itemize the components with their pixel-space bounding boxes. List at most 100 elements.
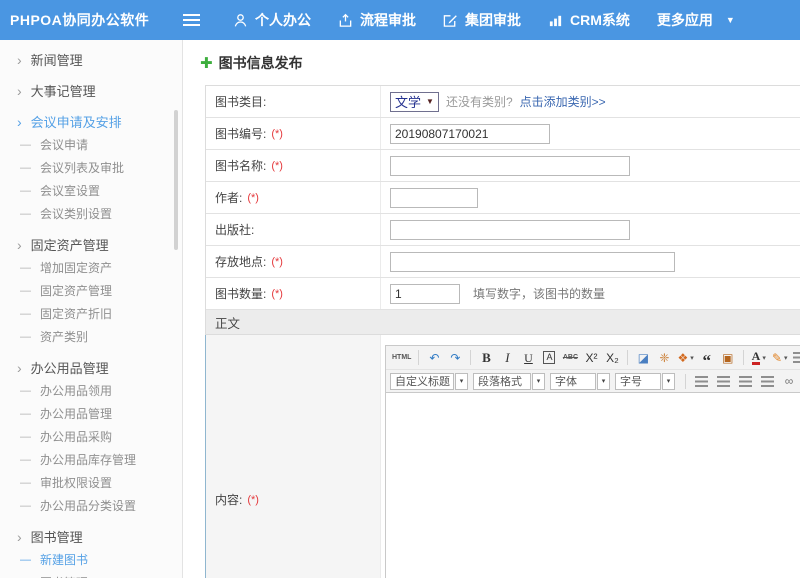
location-input[interactable] — [390, 252, 675, 272]
sidebar-item[interactable]: — 增加固定资产 — [0, 256, 182, 279]
form-row-author: 作者: (*) — [206, 182, 800, 214]
italic-button[interactable]: I — [497, 348, 517, 367]
sidebar-item[interactable]: — 会议室设置 — [0, 179, 182, 202]
required-mark: (*) — [271, 288, 283, 300]
sidebar-item-marker: — — [20, 408, 31, 420]
author-input[interactable] — [390, 188, 478, 208]
highlight-color-button[interactable]: ✎ ▾ — [770, 348, 790, 367]
form-row-location: 存放地点: (*) — [206, 246, 800, 278]
font-border-button[interactable]: A — [539, 348, 559, 367]
sidebar-item[interactable]: › 办公用品管理 — [0, 356, 182, 379]
sidebar-item[interactable]: — 会议类别设置 — [0, 202, 182, 225]
sidebar-item[interactable]: › 大事记管理 — [0, 79, 182, 102]
strikethrough-button[interactable]: ABC — [560, 348, 580, 367]
publisher-input[interactable] — [390, 220, 630, 240]
sidebar-item-label: 办公用品管理 — [31, 358, 109, 377]
sidebar-item[interactable]: — 资产类别 — [0, 325, 182, 348]
sidebar-item[interactable]: › 图书管理 — [0, 525, 182, 548]
ordered-list-button[interactable]: ▾ — [791, 348, 800, 367]
blockquote-button[interactable]: “ — [697, 348, 717, 367]
sidebar-item-label: 新建图书 — [40, 551, 88, 568]
sidebar-item[interactable]: — 办公用品采购 — [0, 425, 182, 448]
location-label: 存放地点: — [215, 253, 266, 270]
font-size-select[interactable]: 字号 ▾ — [615, 373, 675, 390]
sidebar-item[interactable]: — 会议申请 — [0, 133, 182, 156]
main-content: ✚ 图书信息发布 图书类目: 文学 ▼ 还没有类别? 点击添加类别>> 图书编号… — [183, 40, 800, 578]
superscript-button[interactable]: X² — [581, 348, 601, 367]
format-painter-button[interactable]: ❖ ▾ — [675, 348, 695, 367]
sidebar-item-label: 会议申请 — [40, 136, 88, 153]
content-label: 内容: — [215, 491, 242, 508]
sidebar-item[interactable]: — 办公用品分类设置 — [0, 494, 182, 517]
quantity-input[interactable] — [390, 284, 460, 304]
app-logo: PHPOA协同办公软件 — [0, 10, 168, 30]
subscript-button[interactable]: X₂ — [602, 348, 622, 367]
sidebar-item[interactable]: — 办公用品管理 — [0, 402, 182, 425]
undo-button[interactable]: ↶ — [424, 348, 444, 367]
nav-more-apps[interactable]: 更多应用 ▼ — [657, 10, 735, 30]
sidebar-item[interactable]: — 新建图书 — [0, 548, 182, 571]
nav-group-approval[interactable]: 集团审批 — [443, 10, 521, 30]
caret-down-icon: ▾ — [662, 373, 675, 390]
align-left-button[interactable] — [691, 372, 711, 391]
sidebar-item-marker: › — [17, 116, 22, 128]
heading-select[interactable]: 自定义标题 ▾ — [390, 373, 468, 390]
sidebar-scrollbar[interactable] — [174, 110, 178, 250]
sidebar-item[interactable]: — 固定资产折旧 — [0, 302, 182, 325]
book-number-input[interactable] — [390, 124, 550, 144]
form-row-category: 图书类目: 文学 ▼ 还没有类别? 点击添加类别>> — [206, 86, 800, 118]
book-name-input[interactable] — [390, 156, 630, 176]
nav-personal-office[interactable]: 个人办公 — [233, 10, 311, 30]
topbar: PHPOA协同办公软件 个人办公 流程审批 集团审批 — [0, 0, 800, 40]
sidebar-item[interactable]: — 图书管理 — [0, 571, 182, 578]
sidebar-item-label: 增加固定资产 — [40, 259, 112, 276]
add-category-link[interactable]: 点击添加类别>> — [520, 93, 606, 110]
caret-down-icon: ▼ — [426, 97, 434, 106]
sidebar-item[interactable]: › 会议申请及安排 — [0, 110, 182, 133]
sidebar-item[interactable]: — 审批权限设置 — [0, 471, 182, 494]
nav-workflow-approval[interactable]: 流程审批 — [338, 10, 416, 30]
category-select[interactable]: 文学 ▼ — [390, 92, 439, 112]
html-source-button[interactable]: HTML — [390, 348, 413, 367]
sidebar-item-marker: — — [20, 385, 31, 397]
required-mark: (*) — [271, 256, 283, 268]
sidebar-item-label: 会议类别设置 — [40, 205, 112, 222]
link-button[interactable]: ∞ — [779, 372, 799, 391]
bold-button[interactable]: B — [476, 348, 496, 367]
hamburger-icon — [183, 19, 200, 21]
menu-toggle-button[interactable] — [176, 0, 206, 40]
toolbar-separator — [743, 350, 744, 365]
quantity-label: 图书数量: — [215, 285, 266, 302]
sidebar: › 新闻管理 › 大事记管理 › 会议申请及安排 — 会议申请 — 会议列表及审… — [0, 40, 183, 578]
category-label: 图书类目: — [215, 93, 266, 110]
align-center-button[interactable] — [713, 372, 733, 391]
editor-content-area[interactable] — [386, 392, 800, 578]
align-right-button[interactable] — [735, 372, 755, 391]
body-section-header: 正文 — [206, 310, 800, 335]
sidebar-item[interactable]: — 办公用品领用 — [0, 379, 182, 402]
underline-button[interactable]: U — [518, 348, 538, 367]
sidebar-item[interactable]: — 办公用品库存管理 — [0, 448, 182, 471]
sidebar-item-marker: — — [20, 331, 31, 343]
font-color-button[interactable]: A ▾ — [749, 348, 769, 367]
sidebar-item-label: 办公用品领用 — [40, 382, 112, 399]
font-family-select[interactable]: 字体 ▾ — [550, 373, 610, 390]
required-mark: (*) — [247, 494, 259, 506]
sidebar-item[interactable]: — 固定资产管理 — [0, 279, 182, 302]
paragraph-format-select[interactable]: 段落格式 ▾ — [473, 373, 545, 390]
sidebar-item[interactable]: › 新闻管理 — [0, 48, 182, 71]
paste-button[interactable]: ▣ — [718, 348, 738, 367]
caret-down-icon: ▾ — [762, 354, 766, 362]
quick-format-button[interactable]: ❈ — [654, 348, 674, 367]
remove-format-button[interactable]: ◪ — [633, 348, 653, 367]
nav-crm-system[interactable]: CRM系统 — [548, 10, 630, 30]
form-row-quantity: 图书数量: (*) 填写数字，该图书的数量 — [206, 278, 800, 310]
sidebar-item-label: 办公用品管理 — [40, 405, 112, 422]
page-title: 图书信息发布 — [219, 53, 303, 73]
form-row-publisher: 出版社: — [206, 214, 800, 246]
toolbar-separator — [418, 350, 419, 365]
sidebar-item[interactable]: › 固定资产管理 — [0, 233, 182, 256]
justify-button[interactable] — [757, 372, 777, 391]
redo-button[interactable]: ↷ — [445, 348, 465, 367]
sidebar-item[interactable]: — 会议列表及审批 — [0, 156, 182, 179]
